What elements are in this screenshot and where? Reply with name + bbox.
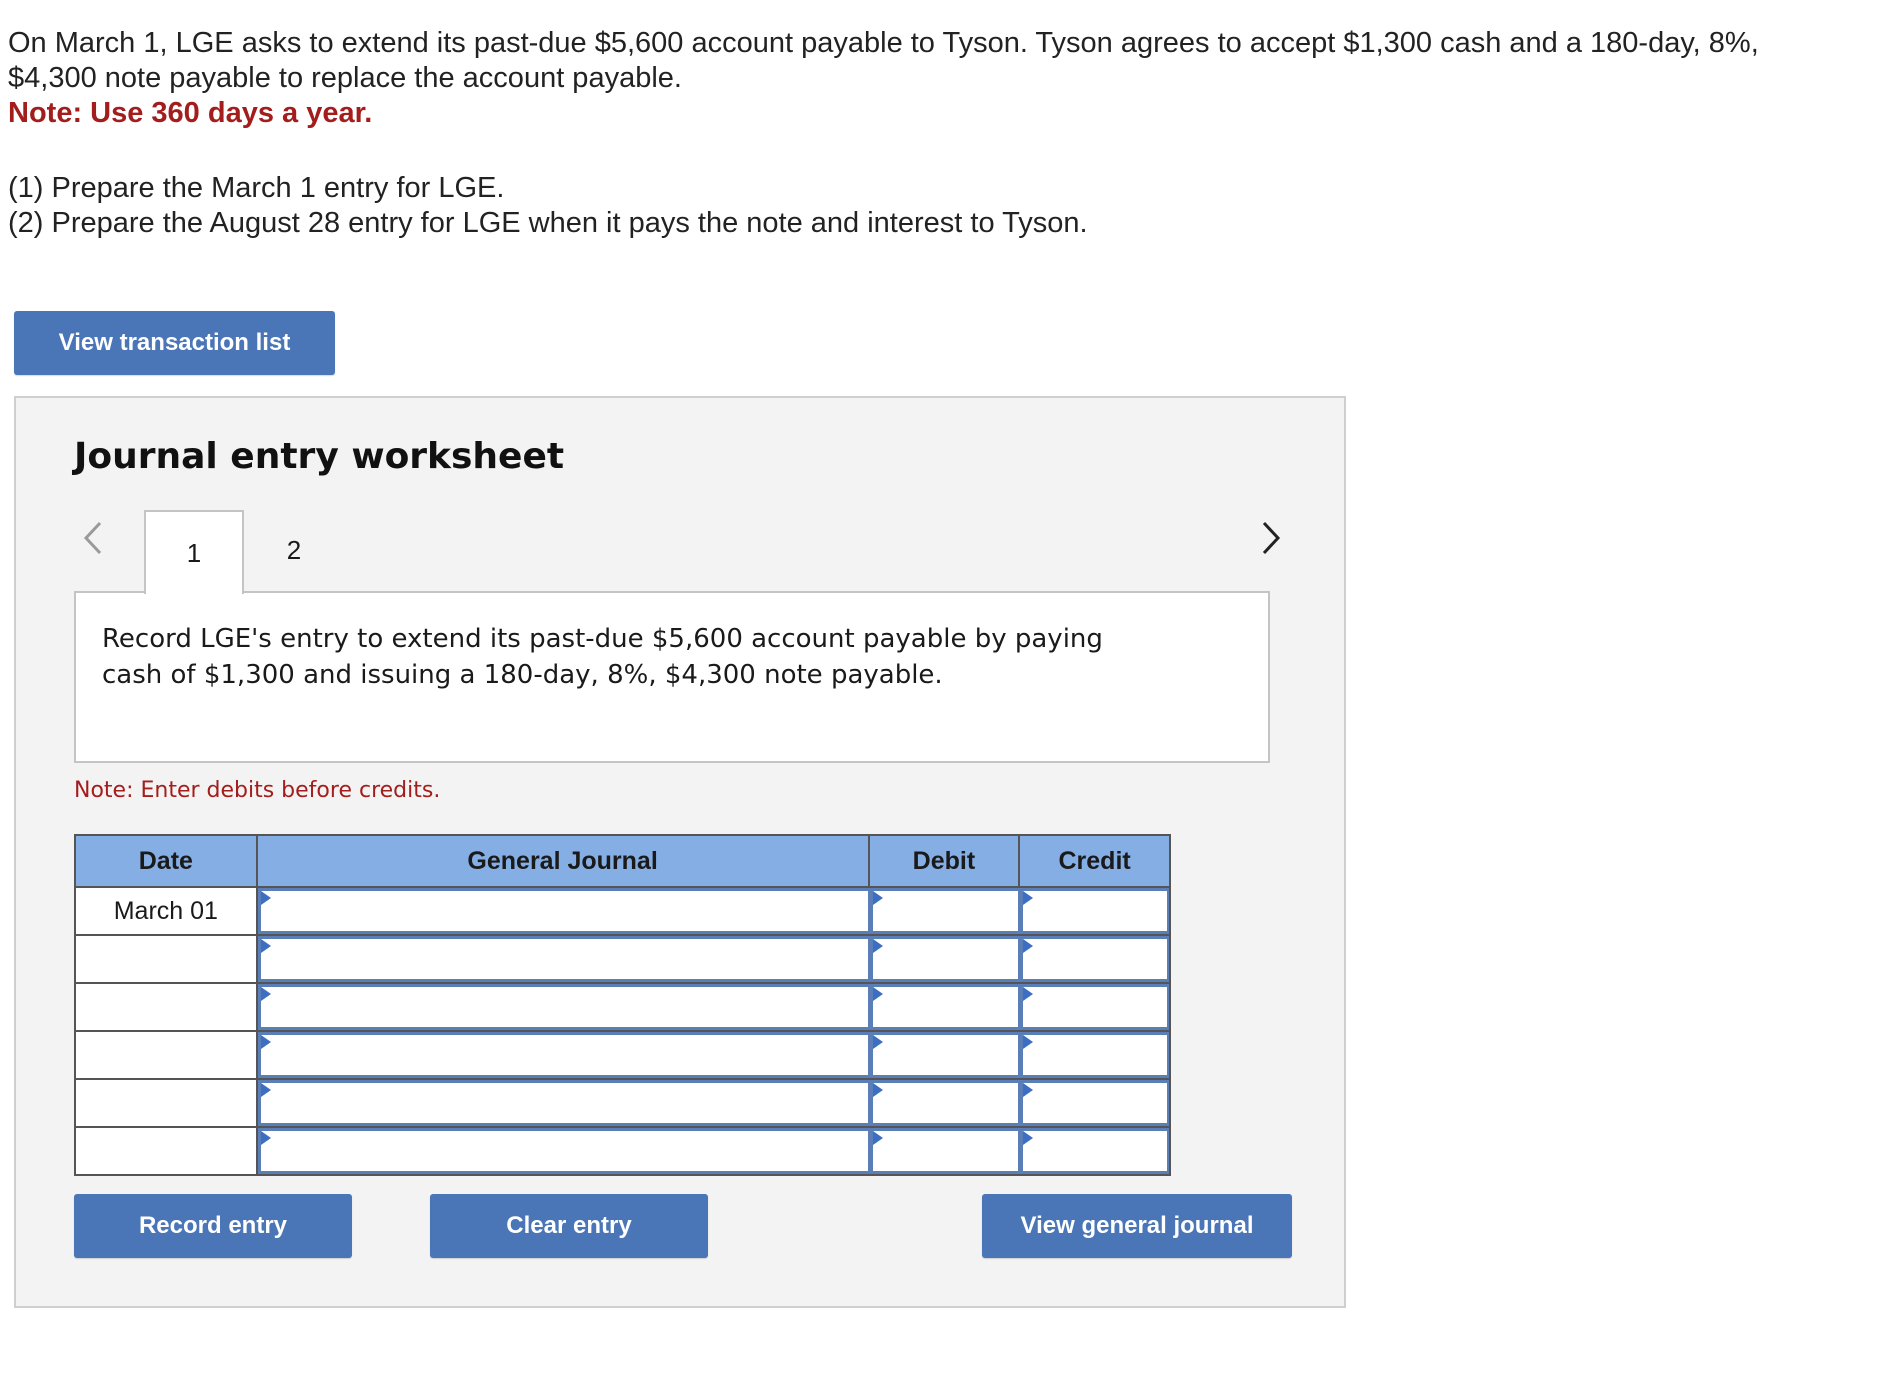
- entry-prompt: Record LGE's entry to extend its past-du…: [74, 591, 1270, 763]
- record-entry-button[interactable]: Record entry: [74, 1194, 352, 1258]
- intro-line-1: On March 1, LGE asks to extend its past-…: [8, 27, 1759, 59]
- debit-input[interactable]: [869, 936, 1021, 982]
- debit-input[interactable]: [869, 1032, 1021, 1078]
- requirement-2: (2) Prepare the August 28 entry for LGE …: [8, 207, 1088, 239]
- account-input[interactable]: [257, 888, 870, 934]
- clear-entry-button[interactable]: Clear entry: [430, 1194, 708, 1258]
- debit-input[interactable]: [869, 1128, 1021, 1174]
- journal-row: March 01: [76, 886, 1170, 934]
- view-transaction-list-button[interactable]: View transaction list: [14, 311, 335, 375]
- account-input[interactable]: [257, 984, 870, 1030]
- header-date: Date: [76, 836, 258, 886]
- requirement-1: (1) Prepare the March 1 entry for LGE.: [8, 172, 505, 204]
- date-cell[interactable]: [76, 1080, 258, 1126]
- journal-row: [76, 1078, 1170, 1126]
- date-cell[interactable]: March 01: [76, 888, 258, 934]
- debit-input[interactable]: [869, 1080, 1021, 1126]
- credit-input[interactable]: [1020, 888, 1170, 934]
- worksheet-title: Journal entry worksheet: [74, 436, 565, 477]
- date-cell[interactable]: [76, 1128, 258, 1174]
- debit-input[interactable]: [869, 984, 1021, 1030]
- account-input[interactable]: [257, 1128, 870, 1174]
- next-arrow-icon[interactable]: [1256, 518, 1286, 558]
- account-input[interactable]: [257, 936, 870, 982]
- credit-input[interactable]: [1020, 1128, 1170, 1174]
- date-cell[interactable]: [76, 1032, 258, 1078]
- journal-row: [76, 934, 1170, 982]
- view-general-journal-button[interactable]: View general journal: [982, 1194, 1292, 1258]
- journal-row: [76, 982, 1170, 1030]
- account-input[interactable]: [257, 1080, 870, 1126]
- credit-input[interactable]: [1020, 984, 1170, 1030]
- date-cell[interactable]: [76, 936, 258, 982]
- journal-header-row: Date General Journal Debit Credit: [76, 836, 1169, 886]
- previous-arrow-icon[interactable]: [78, 518, 108, 558]
- credit-input[interactable]: [1020, 936, 1170, 982]
- intro-note: Note: Use 360 days a year.: [8, 97, 373, 129]
- journal-table: Date General Journal Debit Credit March …: [74, 834, 1171, 1176]
- date-cell[interactable]: [76, 984, 258, 1030]
- journal-row: [76, 1030, 1170, 1078]
- tab-1[interactable]: 1: [144, 510, 244, 594]
- journal-entry-worksheet: Journal entry worksheet 1 2 Record LGE's…: [14, 396, 1346, 1308]
- header-debit: Debit: [870, 836, 1021, 886]
- account-input[interactable]: [257, 1032, 870, 1078]
- tab-2[interactable]: 2: [244, 510, 344, 590]
- journal-row: [76, 1126, 1170, 1174]
- debit-input[interactable]: [869, 888, 1021, 934]
- credit-input[interactable]: [1020, 1080, 1170, 1126]
- intro-line-2: $4,300 note payable to replace the accou…: [8, 62, 682, 94]
- header-general-journal: General Journal: [258, 836, 870, 886]
- entry-prompt-text: Record LGE's entry to extend its past-du…: [102, 624, 1103, 690]
- debits-credits-note: Note: Enter debits before credits.: [74, 778, 441, 803]
- problem-statement: On March 1, LGE asks to extend its past-…: [8, 26, 1878, 241]
- credit-input[interactable]: [1020, 1032, 1170, 1078]
- header-credit: Credit: [1058, 846, 1131, 875]
